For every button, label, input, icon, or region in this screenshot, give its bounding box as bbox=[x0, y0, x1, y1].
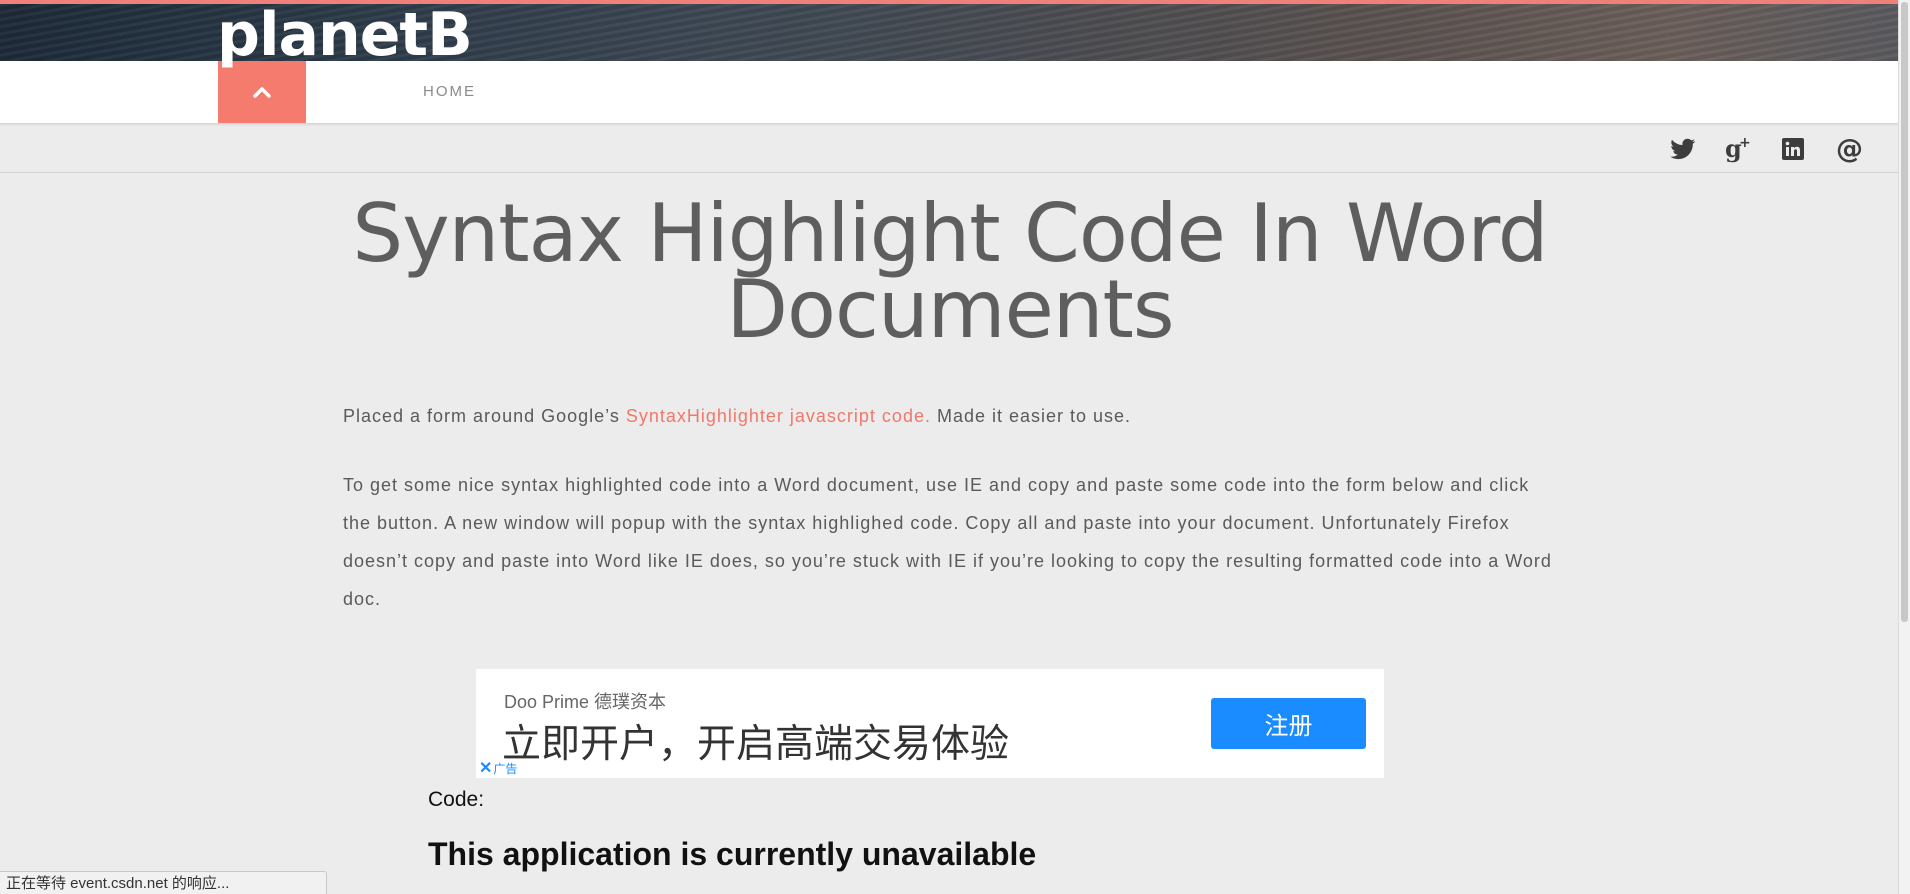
nav-bar: HOME bbox=[0, 61, 1898, 124]
linkedin-icon[interactable] bbox=[1778, 134, 1808, 164]
intro-text-before: Placed a form around Google’s bbox=[343, 406, 626, 426]
code-label: Code: bbox=[428, 788, 485, 811]
google-plus-icon[interactable]: g + bbox=[1723, 134, 1753, 164]
svg-text:@: @ bbox=[1836, 135, 1863, 163]
page-scrollbar[interactable] bbox=[1898, 0, 1910, 894]
ad-headline[interactable]: 立即开户，开启高端交易体验 bbox=[502, 713, 1009, 769]
advertisement-banner[interactable]: Doo Prime 德璞资本 立即开户，开启高端交易体验 注册 ✕ 广告 bbox=[476, 669, 1384, 778]
syntaxhighlighter-link[interactable]: SyntaxHighlighter javascript code. bbox=[626, 406, 931, 426]
site-title[interactable]: planetB bbox=[217, 2, 473, 68]
close-icon[interactable]: ✕ bbox=[479, 761, 492, 777]
intro-text-after: Made it easier to use. bbox=[930, 406, 1132, 426]
email-at-icon[interactable]: @ bbox=[1834, 134, 1864, 164]
body-paragraph: To get some nice syntax highlighted code… bbox=[343, 475, 1552, 609]
post-title: Syntax Highlight Code In Word Documents bbox=[352, 187, 1548, 356]
scrollbar-thumb[interactable] bbox=[1901, 2, 1908, 622]
ad-label: 广告 bbox=[493, 762, 518, 776]
nav-toggle-button[interactable] bbox=[218, 61, 306, 123]
ad-brand: Doo Prime 德璞资本 bbox=[504, 692, 667, 712]
twitter-icon[interactable] bbox=[1668, 134, 1698, 164]
unavailable-message: This application is currently unavailabl… bbox=[428, 836, 1037, 872]
ad-badge[interactable]: ✕ 广告 bbox=[479, 761, 518, 777]
intro-paragraph: Placed a form around Google’s SyntaxHigh… bbox=[343, 404, 1563, 428]
nav-home-link[interactable]: HOME bbox=[423, 83, 476, 100]
ad-register-button[interactable]: 注册 bbox=[1211, 698, 1366, 749]
browser-status-bar: 正在等待 event.csdn.net 的响应... bbox=[0, 871, 327, 894]
chevron-up-icon bbox=[253, 87, 271, 98]
social-bar: g + @ bbox=[0, 124, 1898, 173]
svg-text:+: + bbox=[1739, 135, 1751, 151]
